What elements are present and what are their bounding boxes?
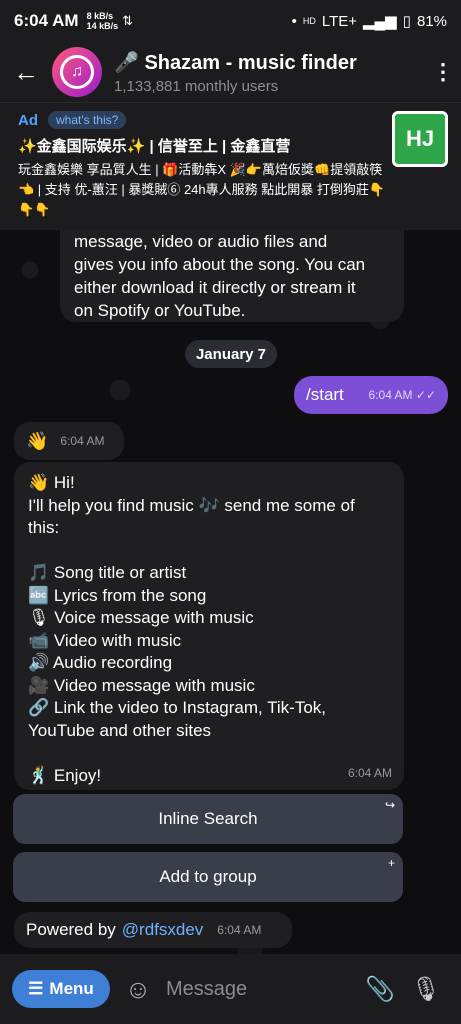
message-line: 🎥 Video message with music bbox=[28, 675, 255, 695]
avatar[interactable]: ♫ bbox=[52, 47, 102, 97]
menu-button[interactable]: ☰ Menu bbox=[12, 970, 110, 1008]
emoji-icon[interactable]: ☺ bbox=[116, 974, 160, 1005]
dot-icon: • bbox=[291, 12, 297, 30]
help-message: 👋 Hi! I'll help you find music 🎶 send me… bbox=[14, 462, 404, 790]
powered-prefix: Powered by bbox=[26, 920, 116, 939]
powered-by-message: Powered by @rdfsxdev 6:04 AM bbox=[14, 912, 292, 948]
outgoing-message: /start 6:04 AM ✓✓ bbox=[294, 376, 448, 414]
message-time: 6:04 AM bbox=[60, 434, 105, 448]
battery-icon: ▯ bbox=[402, 13, 411, 30]
attach-icon[interactable]: 📎 bbox=[357, 975, 403, 1004]
message-line: message, video or audio files and bbox=[74, 232, 328, 251]
outgoing-text: /start bbox=[306, 385, 344, 404]
developer-link[interactable]: @rdfsxdev bbox=[122, 920, 204, 940]
date-separator: January 7 bbox=[185, 340, 277, 368]
network-speed: 8 kB/s 14 kB/s bbox=[86, 11, 119, 31]
message-line: 🔗 Link the video to Instagram, Tik-Tok, bbox=[28, 698, 327, 717]
message-line: 🕺 Enjoy! bbox=[28, 765, 102, 785]
wave-emoji: 👋 bbox=[26, 430, 49, 451]
ad-label: Ad bbox=[18, 111, 38, 129]
more-options-icon[interactable]: ⋮ bbox=[425, 59, 461, 85]
wave-message: 👋 6:04 AM bbox=[14, 422, 124, 460]
status-bar: 6:04 AM 8 kB/s 14 kB/s ⇅ • HD LTE+ ▂▄▆ ▯… bbox=[0, 0, 461, 42]
message-line: 🎵 Song title or artist bbox=[28, 563, 187, 582]
message-line: 🔤 Lyrics from the song bbox=[28, 585, 207, 605]
chat-title: 🎤 Shazam - music finder bbox=[114, 51, 357, 74]
message-line bbox=[28, 540, 390, 563]
message-line: 👋 Hi! bbox=[28, 473, 75, 492]
battery-level: 81% bbox=[416, 12, 447, 30]
message-line: 🎙 Voice message with music bbox=[28, 608, 254, 627]
back-arrow-icon[interactable]: ← bbox=[0, 57, 52, 88]
plus-icon: + bbox=[387, 856, 395, 870]
message-line bbox=[28, 742, 390, 765]
status-right: • HD LTE+ ▂▄▆ ▯ 81% bbox=[291, 12, 447, 31]
ad-title: ✨金鑫国际娱乐✨ | 信誉至上 | 金鑫直营 bbox=[18, 138, 291, 155]
message-line: gives you info about the song. You can bbox=[74, 255, 366, 274]
message-bubble: message, video or audio files and gives … bbox=[60, 230, 404, 322]
network-type: LTE+ bbox=[321, 12, 357, 30]
status-time: 6:04 AM bbox=[14, 11, 79, 30]
message-line: YouTube and other sites bbox=[28, 720, 212, 740]
message-input[interactable]: Message bbox=[166, 978, 357, 1001]
message-line: 🔊 Audio recording bbox=[28, 653, 173, 672]
add-to-group-button[interactable]: Add to group + bbox=[13, 852, 403, 902]
message-time: 6:04 AM ✓✓ bbox=[368, 388, 436, 402]
menu-label: Menu bbox=[49, 979, 94, 998]
message-line: 📹 Video with music bbox=[28, 630, 182, 650]
message-line: on Spotify or YouTube. bbox=[74, 301, 246, 320]
sponsored-ad[interactable]: Ad what's this? ✨金鑫国际娱乐✨ | 信誉至上 | 金鑫直营 玩… bbox=[0, 102, 461, 230]
signal-icon: ▂▄▆ bbox=[363, 13, 397, 30]
chat-header: ← ♫ 🎤 Shazam - music finder 1,133,881 mo… bbox=[0, 42, 461, 102]
data-arrows-icon: ⇅ bbox=[122, 13, 133, 28]
add-to-group-label: Add to group bbox=[159, 867, 257, 886]
share-arrow-icon: ↪ bbox=[384, 798, 395, 812]
message-time: 6:04 AM bbox=[217, 923, 262, 937]
inline-search-label: Inline Search bbox=[158, 809, 258, 828]
ad-logo: HJ bbox=[392, 111, 448, 167]
message-line: this: bbox=[28, 518, 60, 537]
double-check-icon: ✓✓ bbox=[415, 388, 436, 402]
music-note-icon: ♫ bbox=[60, 55, 94, 89]
chat-subtitle: 1,133,881 monthly users bbox=[114, 77, 279, 95]
chat-area[interactable]: message, video or audio files and gives … bbox=[0, 230, 461, 954]
message-time: 6:04 AM bbox=[347, 765, 392, 780]
microphone-icon[interactable]: 🎙 bbox=[403, 975, 449, 1004]
message-line: either download it directly or stream it bbox=[74, 278, 356, 297]
ad-header: Ad what's this? bbox=[18, 111, 381, 129]
ad-body: 玩金鑫娛樂 享品質人生 | 🎁活動犇X 🎉👉萬焙仮獎👊提領敲筷👈 | 支持 优-… bbox=[18, 162, 386, 217]
inline-search-button[interactable]: Inline Search ↪ bbox=[13, 794, 403, 844]
chat-title-block[interactable]: 🎤 Shazam - music finder 1,133,881 monthl… bbox=[114, 50, 425, 95]
hamburger-icon: ☰ bbox=[28, 979, 44, 998]
whats-this-button[interactable]: what's this? bbox=[48, 111, 127, 129]
hd-icon: HD bbox=[302, 16, 316, 26]
message-input-bar: ☰ Menu ☺ Message 📎 🎙 bbox=[0, 954, 461, 1024]
message-line: I'll help you find music 🎶 send me some … bbox=[28, 495, 355, 515]
